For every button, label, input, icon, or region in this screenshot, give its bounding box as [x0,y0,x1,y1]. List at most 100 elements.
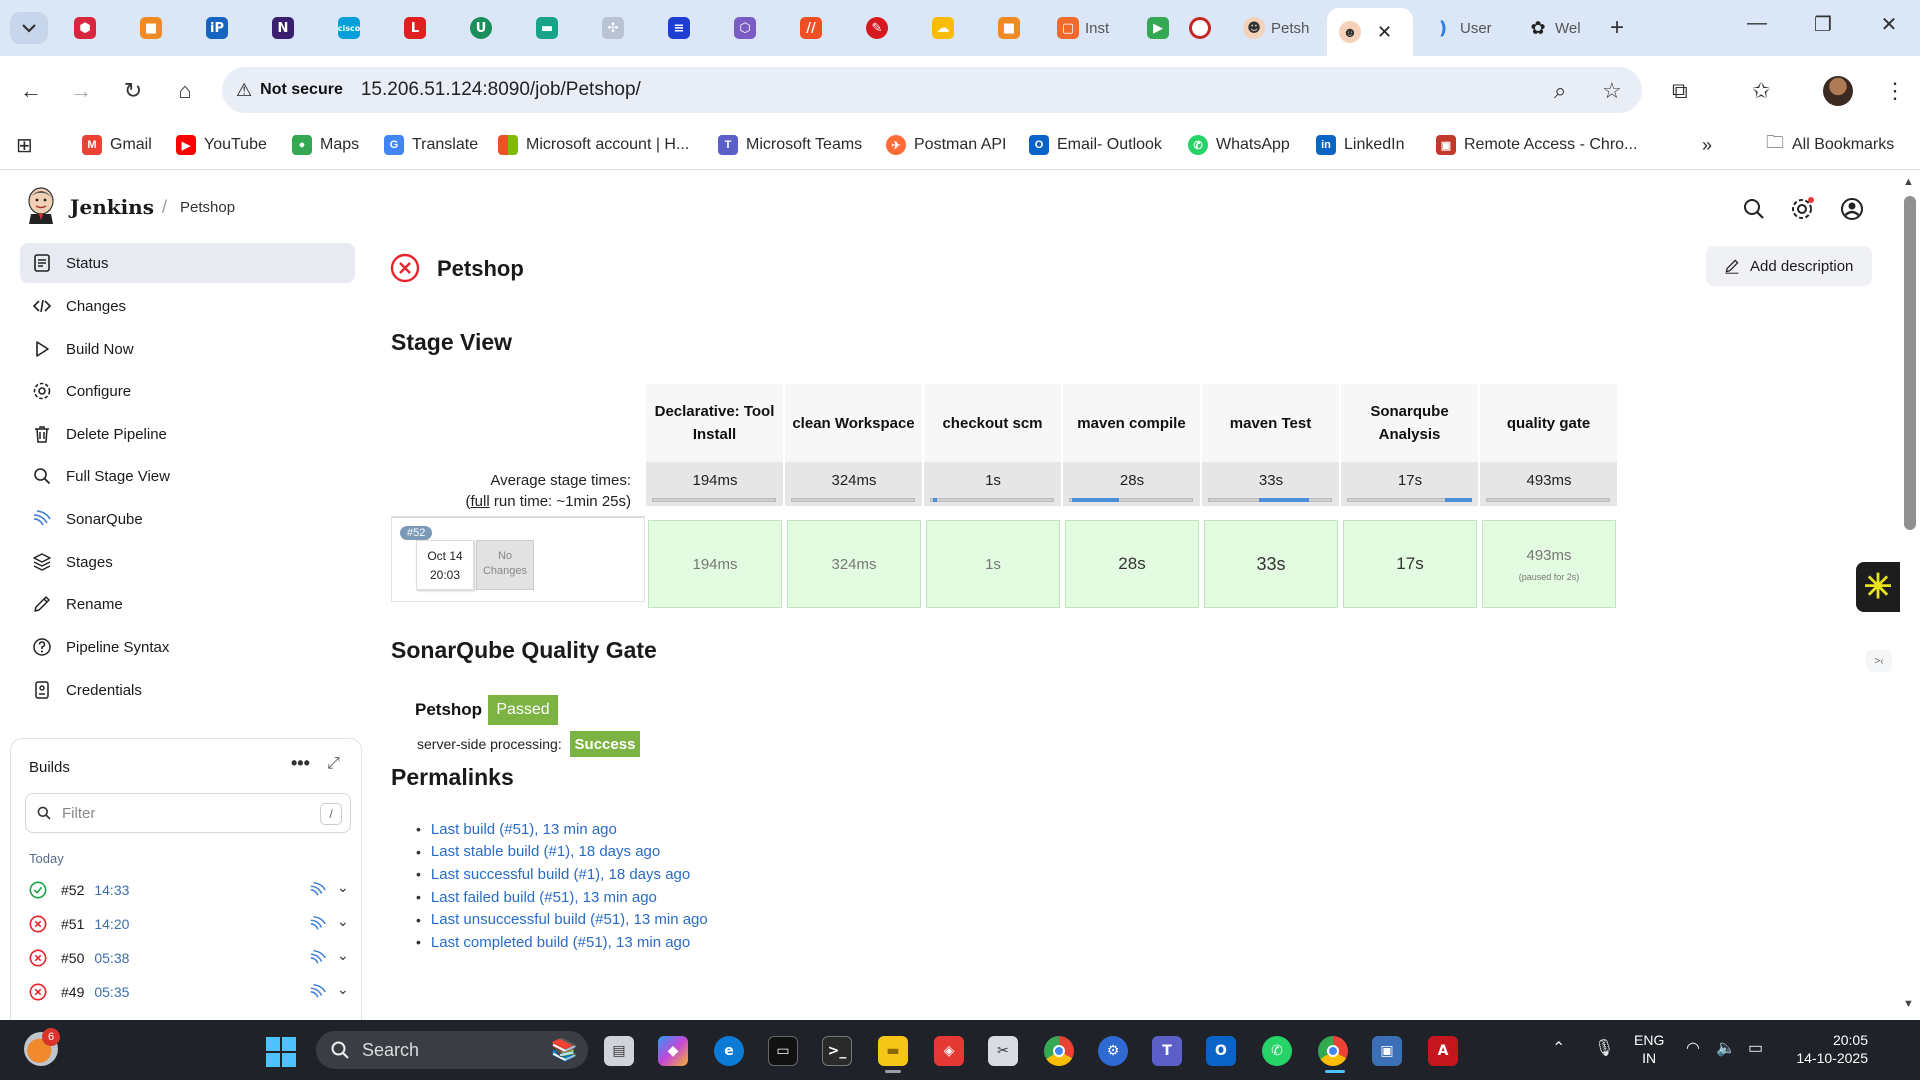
acrobat-icon[interactable]: A [1428,1036,1458,1066]
terminal-icon[interactable]: ▭ [768,1036,798,1066]
builds-filter-input[interactable]: Filter / [25,793,351,833]
pinned-tab[interactable]: ▶ [1140,10,1176,46]
asterisk-widget-icon[interactable]: ✳ [1856,562,1900,612]
build-row[interactable]: #52 14:33 ⌄ [29,877,355,903]
permalink-last-stable[interactable]: Last stable build (#1), 18 days ago [416,841,708,864]
sidebar-item-changes[interactable]: Changes [20,286,355,326]
battery-icon[interactable]: ▭ [1748,1038,1763,1058]
remote-desktop-icon[interactable]: ▣ [1372,1036,1402,1066]
windows-start-icon[interactable] [266,1037,296,1067]
pinned-tab[interactable]: ✣ [595,10,631,46]
forward-button[interactable]: → [66,78,96,104]
window-close-button[interactable]: ✕ [1874,12,1904,37]
tab-user[interactable]: ) User [1425,10,1503,46]
menu-icon[interactable]: ⋮ [1884,78,1906,104]
anydesk-icon[interactable]: ◈ [934,1036,964,1066]
volume-icon[interactable]: 🔈 [1716,1038,1736,1058]
taskbar-clock[interactable]: 20:05 14-10-2025 [1784,1031,1868,1067]
sonarqube-icon[interactable] [309,948,327,966]
build-number[interactable]: #49 [61,984,84,1000]
sidebar-item-pipeline-syntax[interactable]: Pipeline Syntax [20,627,355,667]
bookmark-outlook[interactable]: O Email- Outlook [1029,131,1162,159]
more-options-icon[interactable]: ••• [291,753,310,774]
language-indicator[interactable]: ENG IN [1634,1031,1664,1067]
breadcrumb-job[interactable]: Petshop [180,199,235,216]
back-button[interactable]: ← [16,78,46,104]
user-icon[interactable] [1840,197,1864,221]
pinned-tab[interactable]: L [397,10,433,46]
new-tab-button[interactable]: + [1610,14,1624,42]
pinned-tab[interactable]: cisco [331,10,367,46]
edge-icon[interactable]: e [714,1036,744,1066]
tray-overflow-icon[interactable]: ⌃ [1552,1038,1565,1058]
pinned-tab[interactable]: ⬢ [67,10,103,46]
address-bar[interactable]: ⚠ Not secure 15.206.51.124:8090/job/Pets… [222,67,1642,113]
bookmark-linkedin[interactable]: in LinkedIn [1316,131,1405,159]
sonarqube-icon[interactable] [309,982,327,1000]
permalink-last-build[interactable]: Last build (#51), 13 min ago [416,818,708,841]
bookmark-whatsapp[interactable]: ✆ WhatsApp [1188,131,1290,159]
pinned-tab[interactable]: ■ [133,10,169,46]
bookmark-remote-access[interactable]: ▣ Remote Access - Chro... [1436,131,1637,159]
pinned-tab[interactable]: ≡ [661,10,697,46]
permalink-last-failed[interactable]: Last failed build (#51), 13 min ago [416,886,708,909]
bookmark-microsoft-account[interactable]: Microsoft account | H... [498,131,689,159]
pinned-tab[interactable]: N [265,10,301,46]
pinned-tab[interactable]: ☁ [925,10,961,46]
stage-run-cell[interactable]: 493ms (paused for 2s) [1482,520,1616,608]
task-view-icon[interactable]: ▤ [604,1036,634,1066]
sidebar-item-full-stage-view[interactable]: Full Stage View [20,456,355,496]
pinned-tab[interactable]: iP [199,10,235,46]
tab-petshop[interactable]: ☻ Petsh [1236,10,1316,46]
sidebar-item-rename[interactable]: Rename [20,584,355,624]
build-row[interactable]: #51 14:20 ⌄ [29,911,355,937]
sidebar-item-build-now[interactable]: Build Now [20,329,355,369]
expand-icon[interactable]: ⤢ [327,755,340,773]
settings-app-icon[interactable]: ⚙ [1098,1036,1128,1066]
minimize-button[interactable]: — [1742,12,1772,35]
url-text[interactable]: 15.206.51.124:8090/job/Petshop/ [361,79,641,101]
pinned-tab[interactable]: U [463,10,499,46]
stage-run-cell[interactable]: 194ms [648,520,782,608]
bookmark-youtube[interactable]: ▶ YouTube [176,131,267,159]
extensions-icon[interactable]: ⧉ [1672,78,1688,104]
stage-run-cell[interactable]: 33s [1204,520,1338,608]
build-number[interactable]: #52 [61,882,84,898]
chrome-profile-icon[interactable] [1318,1036,1348,1066]
zoom-icon[interactable]: ⌕ [1554,78,1566,104]
teams-icon[interactable]: T [1152,1036,1182,1066]
sonarqube-icon[interactable] [309,914,327,932]
snipping-tool-icon[interactable]: ✂ [988,1036,1018,1066]
reading-list-icon[interactable]: ✩ [1752,78,1770,104]
tab-inst[interactable]: ▢ Inst [1050,10,1120,46]
pinned-tab[interactable]: ⬡ [727,10,763,46]
bookmark-postman[interactable]: ✈ Postman API [886,131,1007,159]
sidebar-item-stages[interactable]: Stages [20,542,355,582]
security-indicator[interactable]: Not secure [260,81,343,99]
stage-run-cell[interactable]: 28s [1065,520,1199,608]
run-changes[interactable]: No Changes [476,540,534,590]
search-icon[interactable] [1742,197,1766,221]
microphone-icon[interactable]: 🎙 [1594,1038,1614,1058]
whatsapp-icon[interactable]: ✆ [1262,1036,1292,1066]
pinned-tab[interactable]: // [793,10,829,46]
build-number[interactable]: #50 [61,950,84,966]
run-badge[interactable]: #52 [400,526,433,540]
tab-welcome[interactable]: ✿ Wel [1520,10,1598,46]
tab-active-jenkins[interactable]: ☻ ✕ [1327,8,1413,56]
chevron-down-icon[interactable]: ⌄ [337,879,349,896]
file-explorer-icon[interactable]: ▬ [878,1036,908,1066]
tab-search-button[interactable] [10,12,48,44]
chevron-down-icon[interactable]: ⌄ [337,947,349,964]
chevron-down-icon[interactable]: ⌄ [337,981,349,998]
home-icon[interactable]: ⌂ [170,78,200,104]
pinned-tab[interactable]: ▬ [529,10,565,46]
full-run-link[interactable]: full [471,493,490,510]
stage-run-cell[interactable]: 324ms [787,520,921,608]
jenkins-logo-icon[interactable] [26,186,56,224]
powershell-icon[interactable]: >_ [822,1036,852,1066]
scrollbar-thumb[interactable] [1904,196,1916,530]
sonarqube-icon[interactable] [309,880,327,898]
gear-icon[interactable] [1790,197,1814,221]
wifi-icon[interactable]: ◠ [1686,1038,1700,1058]
